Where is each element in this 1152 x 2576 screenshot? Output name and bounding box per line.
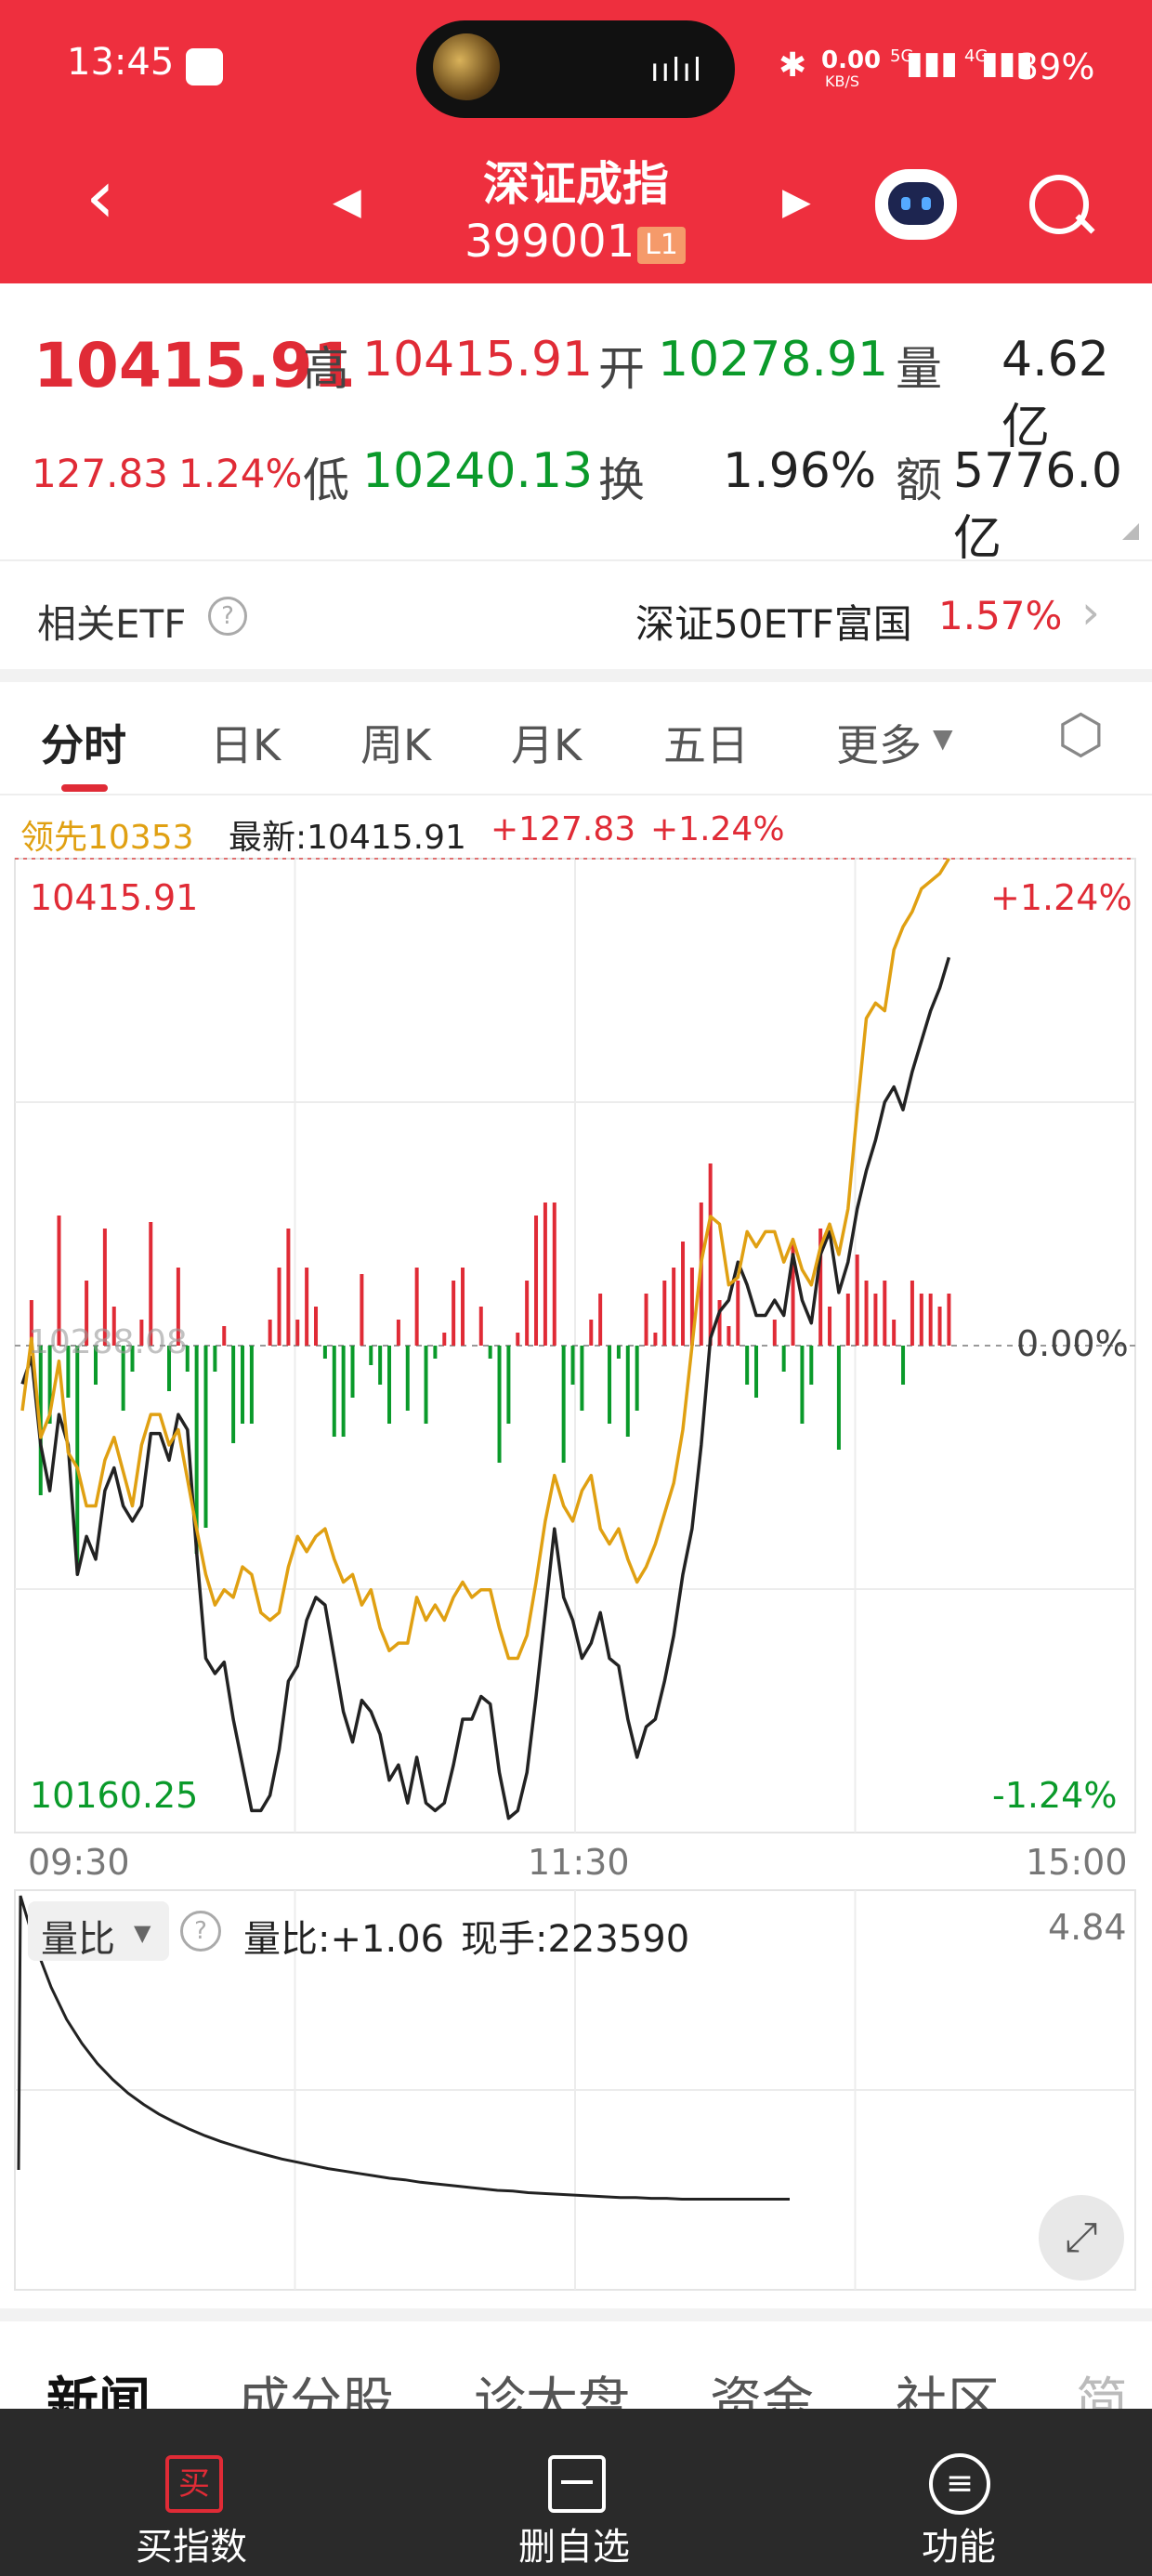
high-label: 高 [303,342,349,396]
quote-panel: 10415.91 127.83 1.24% 高 10415.91 低 10240… [0,283,1152,567]
intraday-chart[interactable] [0,855,1152,1877]
tab-more[interactable]: 更多 [836,712,922,773]
price-change: 127.83 [32,451,168,496]
etf-name: 深证50ETF富国 [635,601,912,647]
volume-ratio-max: 4.84 [1048,1907,1127,1948]
prev-stock-icon[interactable]: ◀ [333,180,361,223]
dynamic-island: ıılıl [416,20,735,118]
search-icon[interactable] [1029,175,1089,234]
tab-daily-k[interactable]: 日K [210,712,281,773]
tab-constituents[interactable]: 成分股 [238,2360,394,2409]
y-ref-label: 10288.08 [28,1323,188,1361]
etf-pct: 1.57% [938,593,1063,638]
x-tick-open: 09:30 [28,1842,130,1883]
level-badge: L1 [637,227,686,264]
tab-intraday[interactable]: 分时 [41,712,126,773]
bluetooth-icon: ✱ [779,46,807,85]
buy-index-button[interactable]: 买指数 [98,2517,284,2570]
net-speed-value: 0.00 [821,46,882,74]
tab-diagnosis[interactable]: 诊大盘 [474,2360,630,2409]
menu-icon: ≡ [929,2453,990,2515]
tab-news[interactable]: 新闻 [46,2360,151,2409]
waveform-icon: ıılıl [650,52,704,89]
volume-value: 4.62亿 [1001,332,1109,455]
stock-code: 399001 [465,216,635,268]
price-change-pct: 1.24% [178,451,303,496]
status-time: 13:45 [67,41,175,84]
etf-label: 相关ETF [37,601,187,647]
tab-monthly-k[interactable]: 月K [511,712,582,773]
index-price-line [20,858,950,1661]
functions-button[interactable]: 功能 [866,2517,1052,2570]
indicator-caret-icon: ▼ [134,1920,151,1946]
latest-value: 最新:10415.91 [229,819,466,857]
tab-five-day[interactable]: 五日 [663,712,749,773]
header-bar: 13:45 ıılıl ✱ 0.00 KB/S 5G ▮▮▮ 4G ▮▮▮ 39… [0,0,1152,283]
leader-line [20,956,951,1820]
calendar-icon [186,48,223,85]
volume-label: 量 [896,342,942,396]
open-value: 10278.91 [658,332,889,388]
expand-corner-icon[interactable] [1122,523,1139,540]
amount-label: 额 [896,453,942,507]
latest-change: +127.83 [491,810,636,848]
chevron-right-icon: › [1081,585,1100,639]
latest-pct: +1.24% [650,810,785,848]
robot-assistant-icon[interactable] [875,169,957,240]
y-min-label: 10160.25 [30,1775,199,1816]
page-title: 深证成指 [483,157,669,211]
remove-watchlist-button[interactable]: 删自选 [481,2517,667,2570]
buy-icon: 买 [165,2455,223,2513]
chart-info-row: 领先10353 最新:10415.91 +127.83 +1.24% [0,794,1152,857]
x-tick-midday: 11:30 [528,1842,630,1883]
tab-community[interactable]: 社区 [896,2360,1000,2409]
leader-value: 领先10353 [20,819,194,857]
bottom-nav: 买 买指数 删自选 ≡ 功能 [0,2409,1152,2576]
period-tabs: 分时 日K 周K 月K 五日 更多 ▼ ⬡ [0,682,1152,794]
help-icon[interactable]: ? [208,597,247,636]
news-tabs: 新闻 成分股 诊大盘 资金 社区 简况 [0,2321,1152,2409]
low-value: 10240.13 [362,443,594,499]
signal-5g-icon: ▮▮▮ [906,45,959,82]
next-stock-icon[interactable]: ▶ [782,180,811,223]
fullscreen-icon[interactable]: ⤢ [1039,2195,1124,2280]
tab-capital[interactable]: 资金 [710,2360,814,2409]
current-hand-readout: 现手:223590 [461,1918,690,1961]
battery-level: 39% [1016,46,1095,87]
pct-max-label: +1.24% [990,877,1132,918]
y-max-label: 10415.91 [30,877,199,918]
volume-ratio-readout: 量比:+1.06 [243,1918,445,1961]
x-tick-close: 15:00 [1026,1842,1128,1883]
active-tab-indicator [61,784,108,792]
music-avatar-icon [433,33,500,100]
net-speed-unit: KB/S [825,72,860,90]
turnover-value: 1.96% [723,443,877,499]
low-label: 低 [303,453,349,507]
pct-min-label: -1.24% [992,1775,1118,1816]
tab-weekly-k[interactable]: 周K [360,712,431,773]
tab-profile[interactable]: 简况 [1076,2360,1152,2409]
open-label: 开 [598,342,645,396]
turnover-label: 换 [598,453,645,507]
pct-mid-label: 0.00% [1016,1323,1129,1364]
back-icon[interactable]: ‹ [85,160,115,234]
settings-icon[interactable]: ⬡ [1057,703,1105,766]
etf-row[interactable]: 相关ETF ? 深证50ETF富国 1.57% › [0,559,1152,671]
indicator-help-icon[interactable]: ? [180,1911,221,1952]
caret-down-icon: ▼ [933,723,953,754]
remove-watchlist-icon [548,2455,606,2513]
amount-value: 5776.0亿 [953,443,1122,567]
indicator-selector[interactable]: 量比 [41,1909,115,1963]
high-value: 10415.91 [362,332,594,388]
